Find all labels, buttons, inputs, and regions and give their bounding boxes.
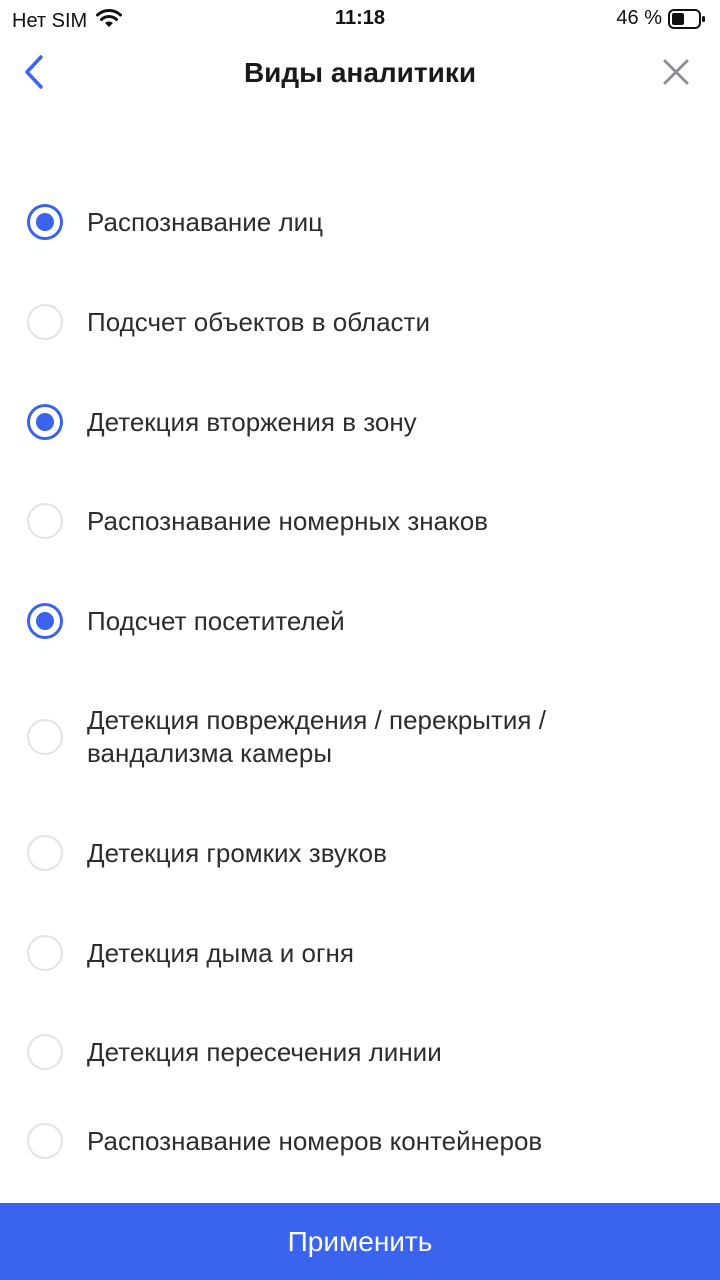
option-label: Распознавание номеров контейнеров <box>87 1125 543 1156</box>
analytics-option[interactable]: Подсчет посетителей <box>0 581 720 661</box>
close-button[interactable] <box>656 54 696 94</box>
option-label: Распознавание лиц <box>87 206 324 237</box>
apply-button[interactable]: Применить <box>0 1203 720 1280</box>
battery-percent: 46 % <box>616 7 662 29</box>
status-bar: Нет SIM 11:18 46 % <box>0 0 720 38</box>
analytics-option[interactable]: Распознавание лиц <box>0 182 720 262</box>
radio-checked[interactable] <box>27 204 63 240</box>
option-label: Детекция вторжения в зону <box>87 406 417 437</box>
radio-unchecked[interactable] <box>27 1034 63 1070</box>
radio-unchecked[interactable] <box>27 503 63 539</box>
option-label: Подсчет объектов в области <box>87 306 430 337</box>
analytics-option[interactable]: Детекция громких звуков <box>0 813 720 893</box>
radio-unchecked[interactable] <box>27 935 63 971</box>
option-label: Детекция повреждения / перекрытия / ванд… <box>87 705 546 768</box>
option-label: Детекция громких звуков <box>87 837 387 868</box>
analytics-option[interactable]: Распознавание номерных знаков <box>0 481 720 561</box>
radio-checked[interactable] <box>27 404 63 440</box>
option-label: Подсчет посетителей <box>87 605 345 636</box>
battery-icon <box>668 8 706 29</box>
nav-bar: Виды аналитики <box>0 40 720 108</box>
analytics-option[interactable]: Детекция повреждения / перекрытия / ванд… <box>0 697 720 777</box>
radio-checked[interactable] <box>27 603 63 639</box>
close-icon <box>662 58 690 91</box>
analytics-option[interactable]: Распознавание номеров контейнеров <box>0 1101 720 1181</box>
radio-unchecked[interactable] <box>27 835 63 871</box>
option-label: Распознавание номерных знаков <box>87 505 489 536</box>
analytics-option[interactable]: Детекция пересечения линии <box>0 1012 720 1092</box>
status-right: 46 % <box>616 7 706 30</box>
radio-unchecked[interactable] <box>27 719 63 755</box>
option-label: Детекция дыма и огня <box>87 937 354 968</box>
page-title: Виды аналитики <box>243 57 477 88</box>
analytics-option[interactable]: Подсчет объектов в области <box>0 282 720 362</box>
radio-unchecked[interactable] <box>27 1123 63 1159</box>
radio-unchecked[interactable] <box>27 304 63 340</box>
analytics-option[interactable]: Детекция дыма и огня <box>0 913 720 993</box>
analytics-option[interactable]: Детекция вторжения в зону <box>0 382 720 462</box>
status-time: 11:18 <box>334 7 386 29</box>
option-label: Детекция пересечения линии <box>87 1036 442 1067</box>
